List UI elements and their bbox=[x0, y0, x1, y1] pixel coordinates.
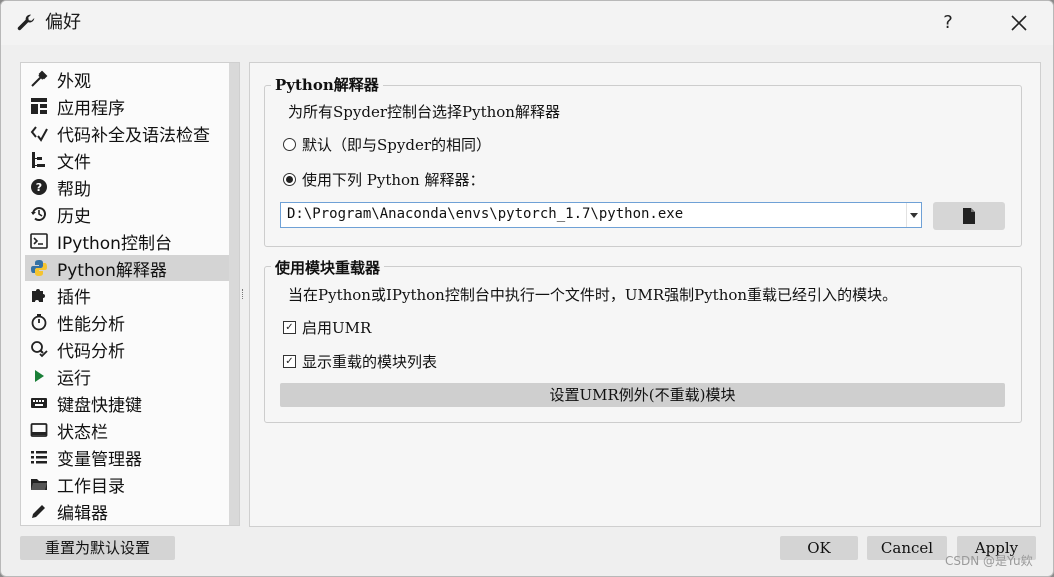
statusbar-icon bbox=[29, 420, 49, 440]
sidebar-item-label: 运行 bbox=[57, 368, 91, 389]
cancel-button[interactable]: Cancel bbox=[867, 536, 947, 560]
stopwatch-icon bbox=[29, 312, 49, 332]
title-bar: 偏好 ? bbox=[1, 1, 1053, 45]
sidebar-item-label: 文件 bbox=[57, 152, 91, 173]
console-icon bbox=[29, 231, 49, 251]
layout-icon bbox=[29, 96, 49, 116]
watermark-text: CSDN @是Yu欸 bbox=[945, 554, 1033, 568]
sidebar-item-editor[interactable]: 编辑器 bbox=[25, 498, 235, 524]
puzzle-icon bbox=[29, 285, 49, 305]
show-reloaded-list-checkbox[interactable]: ✓ 显示重载的模块列表 bbox=[283, 351, 437, 372]
sidebar-item-label: 插件 bbox=[57, 287, 91, 308]
splitter-handle bbox=[242, 289, 246, 299]
radio-label: 默认（即与Spyder的相同） bbox=[302, 136, 492, 154]
list-icon bbox=[29, 447, 49, 467]
sidebar-item-run[interactable]: 运行 bbox=[25, 363, 235, 389]
pencil-icon bbox=[29, 501, 49, 521]
reset-defaults-button[interactable]: 重置为默认设置 bbox=[20, 536, 175, 560]
sidebar-item-working-directory[interactable]: 工作目录 bbox=[25, 471, 235, 497]
svg-text:?: ? bbox=[36, 181, 42, 194]
radio-indicator bbox=[283, 173, 296, 186]
keyboard-icon bbox=[29, 393, 49, 413]
sidebar-item-keyboard-shortcuts[interactable]: 键盘快捷键 bbox=[25, 390, 235, 416]
sidebar-item-label: 代码分析 bbox=[57, 341, 125, 362]
sidebar-item-label: 应用程序 bbox=[57, 98, 125, 119]
code-completion-icon bbox=[29, 123, 49, 143]
enable-umr-checkbox[interactable]: ✓ 启用UMR bbox=[283, 317, 371, 338]
wrench-icon bbox=[17, 14, 35, 31]
close-icon bbox=[1011, 15, 1027, 31]
sidebar-item-label: 历史 bbox=[57, 206, 91, 227]
sidebar-item-status-bar[interactable]: 状态栏 bbox=[25, 417, 235, 443]
radio-indicator bbox=[283, 138, 296, 151]
window-title: 偏好 bbox=[45, 12, 81, 33]
checkmark-icon: ✓ bbox=[283, 355, 296, 368]
umr-description: 当在Python或IPython控制台中执行一个文件时，UMR强制Python重… bbox=[288, 286, 898, 304]
default-interpreter-radio[interactable]: 默认（即与Spyder的相同） bbox=[283, 134, 491, 155]
sidebar-item-history[interactable]: 历史 bbox=[25, 201, 235, 227]
sidebar-item-plugins[interactable]: 插件 bbox=[25, 282, 235, 308]
interpreter-description: 为所有Spyder控制台选择Python解释器 bbox=[288, 103, 560, 121]
preferences-sidebar: 外观 应用程序 代码补全及语法检查 文件 ? 帮助 历史 IPython控制台 bbox=[20, 62, 240, 526]
sidebar-item-completion[interactable]: 代码补全及语法检查 bbox=[25, 120, 235, 146]
folder-icon bbox=[29, 474, 49, 494]
help-button[interactable]: ? bbox=[932, 9, 964, 37]
sidebar-item-appearance[interactable]: 外观 bbox=[25, 66, 235, 92]
sidebar-item-python-interpreter[interactable]: Python解释器 bbox=[25, 255, 235, 281]
play-icon bbox=[29, 366, 49, 386]
sidebar-item-label: 键盘快捷键 bbox=[57, 395, 142, 416]
sidebar-item-label: 帮助 bbox=[57, 179, 91, 200]
checkbox-label: 显示重载的模块列表 bbox=[302, 353, 438, 371]
umr-group-title: 使用模块重载器 bbox=[271, 258, 385, 278]
checkmark-icon: ✓ bbox=[283, 321, 296, 334]
browse-file-button[interactable] bbox=[933, 202, 1005, 230]
sidebar-item-label: 工作目录 bbox=[57, 476, 125, 497]
sidebar-item-application[interactable]: 应用程序 bbox=[25, 93, 235, 119]
sidebar-item-label: 变量管理器 bbox=[57, 449, 142, 470]
checkbox-label: 启用UMR bbox=[302, 319, 372, 337]
radio-label: 使用下列 Python 解释器： bbox=[302, 171, 485, 189]
interpreter-group-title: Python解释器 bbox=[271, 75, 383, 95]
paint-brush-icon bbox=[29, 69, 49, 89]
sidebar-item-label: 代码补全及语法检查 bbox=[57, 125, 210, 146]
close-button[interactable] bbox=[1001, 9, 1037, 37]
sidebar-item-label: 状态栏 bbox=[57, 422, 108, 443]
interpreter-path-value: D:\Program\Anaconda\envs\pytorch_1.7\pyt… bbox=[287, 206, 684, 222]
file-tree-icon bbox=[29, 150, 49, 170]
umr-exclusions-button[interactable]: 设置UMR例外(不重载)模块 bbox=[280, 383, 1005, 407]
custom-interpreter-radio[interactable]: 使用下列 Python 解释器： bbox=[283, 169, 484, 190]
python-icon bbox=[29, 258, 49, 278]
sidebar-item-help[interactable]: ? 帮助 bbox=[25, 174, 235, 200]
sidebar-item-label: 外观 bbox=[57, 71, 91, 92]
sidebar-item-files[interactable]: 文件 bbox=[25, 147, 235, 173]
sidebar-item-label: IPython控制台 bbox=[57, 233, 172, 254]
sidebar-item-profiler[interactable]: 性能分析 bbox=[25, 309, 235, 335]
interpreter-path-combobox[interactable]: D:\Program\Anaconda\envs\pytorch_1.7\pyt… bbox=[280, 202, 922, 228]
sidebar-item-ipython-console[interactable]: IPython控制台 bbox=[25, 228, 235, 254]
sidebar-item-variable-explorer[interactable]: 变量管理器 bbox=[25, 444, 235, 470]
sidebar-item-code-analysis[interactable]: 代码分析 bbox=[25, 336, 235, 362]
sidebar-item-label: 编辑器 bbox=[57, 503, 108, 524]
history-icon bbox=[29, 204, 49, 224]
preferences-window: 偏好 ? 外观 应用程序 代码补全及语法检查 文件 ? 帮助 历史 IPytho… bbox=[0, 0, 1054, 577]
ok-button[interactable]: OK bbox=[780, 536, 858, 560]
sidebar-item-label: Python解释器 bbox=[57, 260, 167, 281]
code-analysis-icon bbox=[29, 339, 49, 359]
help-circle-icon: ? bbox=[29, 177, 49, 197]
sidebar-scrollbar[interactable] bbox=[229, 63, 239, 525]
chevron-down-icon[interactable] bbox=[906, 203, 921, 227]
sidebar-item-label: 性能分析 bbox=[57, 314, 125, 335]
file-icon bbox=[963, 208, 975, 224]
